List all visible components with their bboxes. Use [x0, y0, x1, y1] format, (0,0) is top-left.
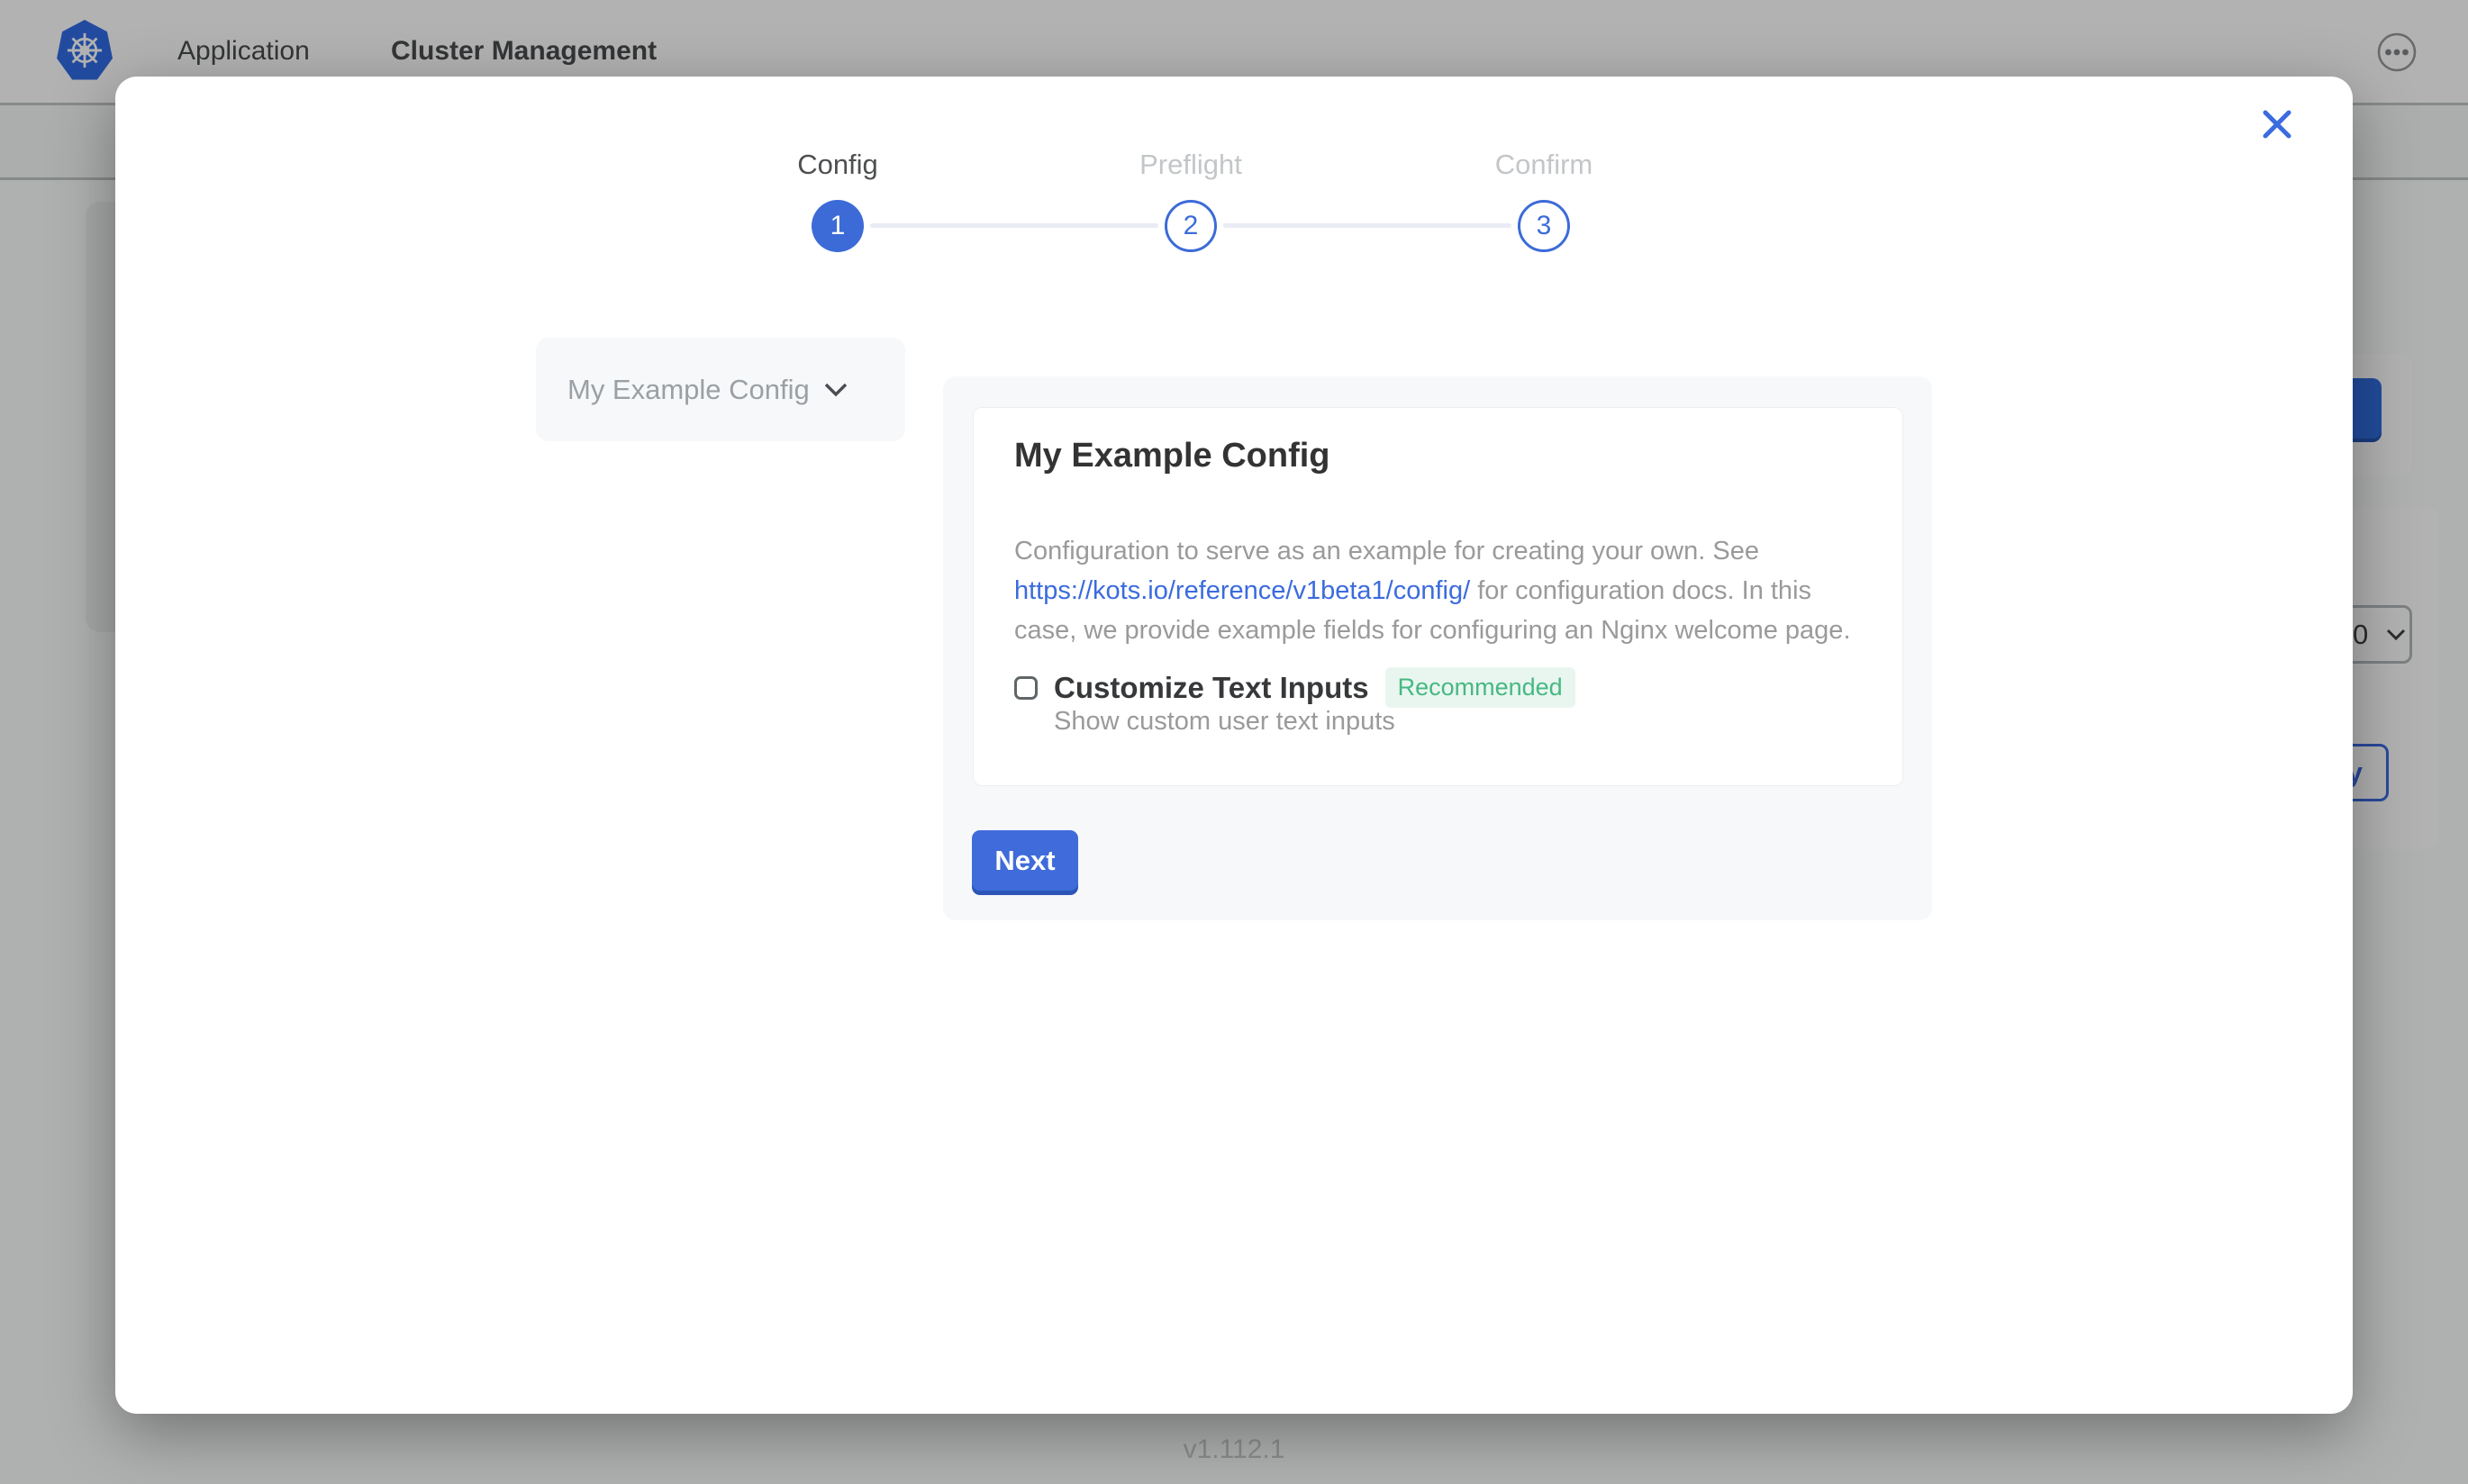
step-circle-2[interactable]: 2	[1165, 200, 1217, 252]
customize-text-inputs-checkbox[interactable]	[1014, 676, 1038, 700]
step-label-config: Config	[703, 149, 973, 181]
next-button[interactable]: Next	[972, 830, 1078, 891]
config-panel: My Example Config Configuration to serve…	[943, 376, 1932, 920]
customize-text-inputs-row: Customize Text Inputs Recommended	[1014, 667, 1575, 708]
config-group-dropdown[interactable]: My Example Config	[536, 338, 905, 441]
chevron-down-icon	[824, 383, 848, 397]
config-docs-link[interactable]: https://kots.io/reference/v1beta1/config…	[1014, 576, 1470, 605]
step-label-preflight: Preflight	[1056, 149, 1326, 181]
config-wizard-modal: Config Preflight Confirm 1 2 3 My Exampl…	[115, 77, 2353, 1414]
customize-text-inputs-help: Show custom user text inputs	[1054, 707, 1395, 737]
step-circle-3[interactable]: 3	[1518, 200, 1570, 252]
config-group-title: My Example Config	[1014, 437, 1330, 475]
config-group-card: My Example Config Configuration to serve…	[973, 407, 1903, 786]
step-label-confirm: Confirm	[1409, 149, 1679, 181]
step-circle-1[interactable]: 1	[812, 200, 864, 252]
close-icon[interactable]	[2252, 99, 2302, 149]
step-connector-1	[870, 223, 1158, 228]
step-connector-2	[1223, 223, 1511, 228]
config-group-dropdown-label: My Example Config	[567, 374, 810, 406]
customize-text-inputs-label[interactable]: Customize Text Inputs	[1054, 671, 1369, 705]
recommended-badge: Recommended	[1385, 667, 1575, 708]
description-text: Configuration to serve as an example for…	[1014, 537, 1759, 566]
config-group-description: Configuration to serve as an example for…	[1014, 531, 1870, 650]
